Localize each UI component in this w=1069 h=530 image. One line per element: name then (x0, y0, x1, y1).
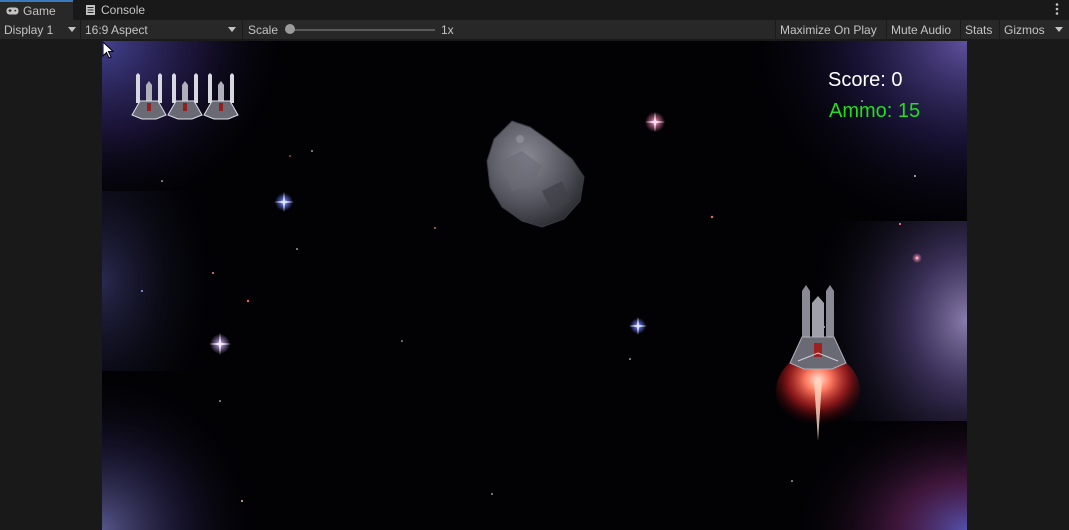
sparkle-star (645, 112, 665, 132)
gamepad-icon (6, 7, 19, 15)
editor-tab-bar: Game Console (0, 0, 1069, 20)
aspect-dropdown-label: 16:9 Aspect (85, 22, 148, 37)
console-icon (86, 5, 95, 15)
nebula (102, 371, 262, 530)
scale-slider-track[interactable] (290, 29, 435, 31)
scale-value-text: 1x (441, 22, 454, 37)
ammo-text: Ammo: 15 (829, 100, 921, 122)
aspect-dropdown[interactable]: 16:9 Aspect (80, 20, 241, 39)
chevron-down-icon (1055, 27, 1063, 32)
gizmos-dropdown[interactable] (1051, 20, 1069, 39)
mouse-cursor-icon (102, 41, 114, 59)
tab-game-label: Game (23, 4, 56, 18)
chevron-down-icon (68, 27, 76, 32)
score-text: Score: 0 (828, 69, 903, 91)
scale-label: Scale (248, 22, 279, 37)
mute-audio-label: Mute Audio (891, 22, 952, 37)
display-dropdown[interactable]: Display 1 (0, 20, 80, 39)
display-dropdown-label: Display 1 (4, 22, 54, 37)
chevron-down-icon (228, 27, 236, 32)
more-options-icon[interactable] (1055, 2, 1059, 16)
stats-label: Stats (965, 22, 993, 37)
tab-console[interactable]: Console (78, 0, 158, 20)
nebula (102, 191, 222, 371)
tab-game[interactable]: Game (0, 0, 73, 20)
scale-value: 1x (437, 20, 467, 39)
stats-toggle[interactable]: Stats (960, 20, 999, 39)
game-viewport[interactable]: Score: 0 Ammo: 15 (102, 41, 967, 530)
maximize-on-play-toggle[interactable]: Maximize On Play (775, 20, 886, 39)
sparkle-star (912, 253, 922, 263)
tab-console-label: Console (101, 3, 146, 17)
gizmos-toggle[interactable]: Gizmos (999, 20, 1051, 39)
scale-slider-handle[interactable] (285, 24, 295, 34)
mute-audio-toggle[interactable]: Mute Audio (886, 20, 960, 39)
gizmos-label: Gizmos (1004, 22, 1045, 37)
maximize-on-play-label: Maximize On Play (780, 22, 877, 37)
game-view-toolbar: Display 1 16:9 Aspect Scale 1x Maximize … (0, 20, 1069, 40)
